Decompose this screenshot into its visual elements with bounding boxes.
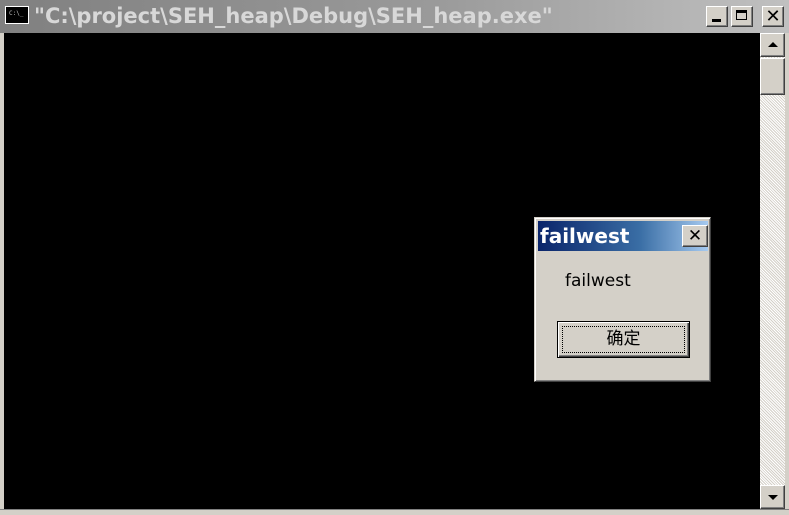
- close-button[interactable]: ✕: [762, 6, 784, 27]
- app-icon-text: C:\_: [9, 10, 24, 17]
- ok-button[interactable]: 确定: [557, 321, 690, 358]
- message-box-dialog: failwest ✕ failwest 确定: [534, 217, 711, 382]
- dialog-close-button[interactable]: ✕: [682, 225, 708, 247]
- minimize-icon: [707, 7, 727, 26]
- up-arrow-icon: [768, 42, 778, 47]
- console-window: C:\_ "C:\project\SEH_heap\Debug\SEH_heap…: [0, 0, 789, 515]
- maximize-icon: [732, 7, 752, 26]
- scroll-thumb[interactable]: [760, 58, 785, 95]
- window-title: "C:\project\SEH_heap\Debug\SEH_heap.exe": [34, 4, 553, 28]
- maximize-button[interactable]: [731, 6, 753, 27]
- window-bottom-border: [0, 509, 789, 515]
- scroll-up-button[interactable]: [760, 33, 785, 57]
- console-app-icon[interactable]: C:\_: [5, 6, 29, 24]
- dialog-title: failwest: [540, 224, 630, 248]
- dialog-message: failwest: [565, 271, 631, 291]
- dialog-titlebar[interactable]: failwest ✕: [538, 221, 708, 251]
- ok-button-label: 确定: [606, 329, 641, 349]
- window-titlebar[interactable]: C:\_ "C:\project\SEH_heap\Debug\SEH_heap…: [0, 0, 789, 33]
- down-arrow-icon: [768, 495, 778, 500]
- scroll-down-button[interactable]: [760, 485, 785, 509]
- minimize-button[interactable]: [706, 6, 728, 27]
- close-icon: ✕: [765, 6, 781, 27]
- vertical-scrollbar[interactable]: [760, 33, 785, 509]
